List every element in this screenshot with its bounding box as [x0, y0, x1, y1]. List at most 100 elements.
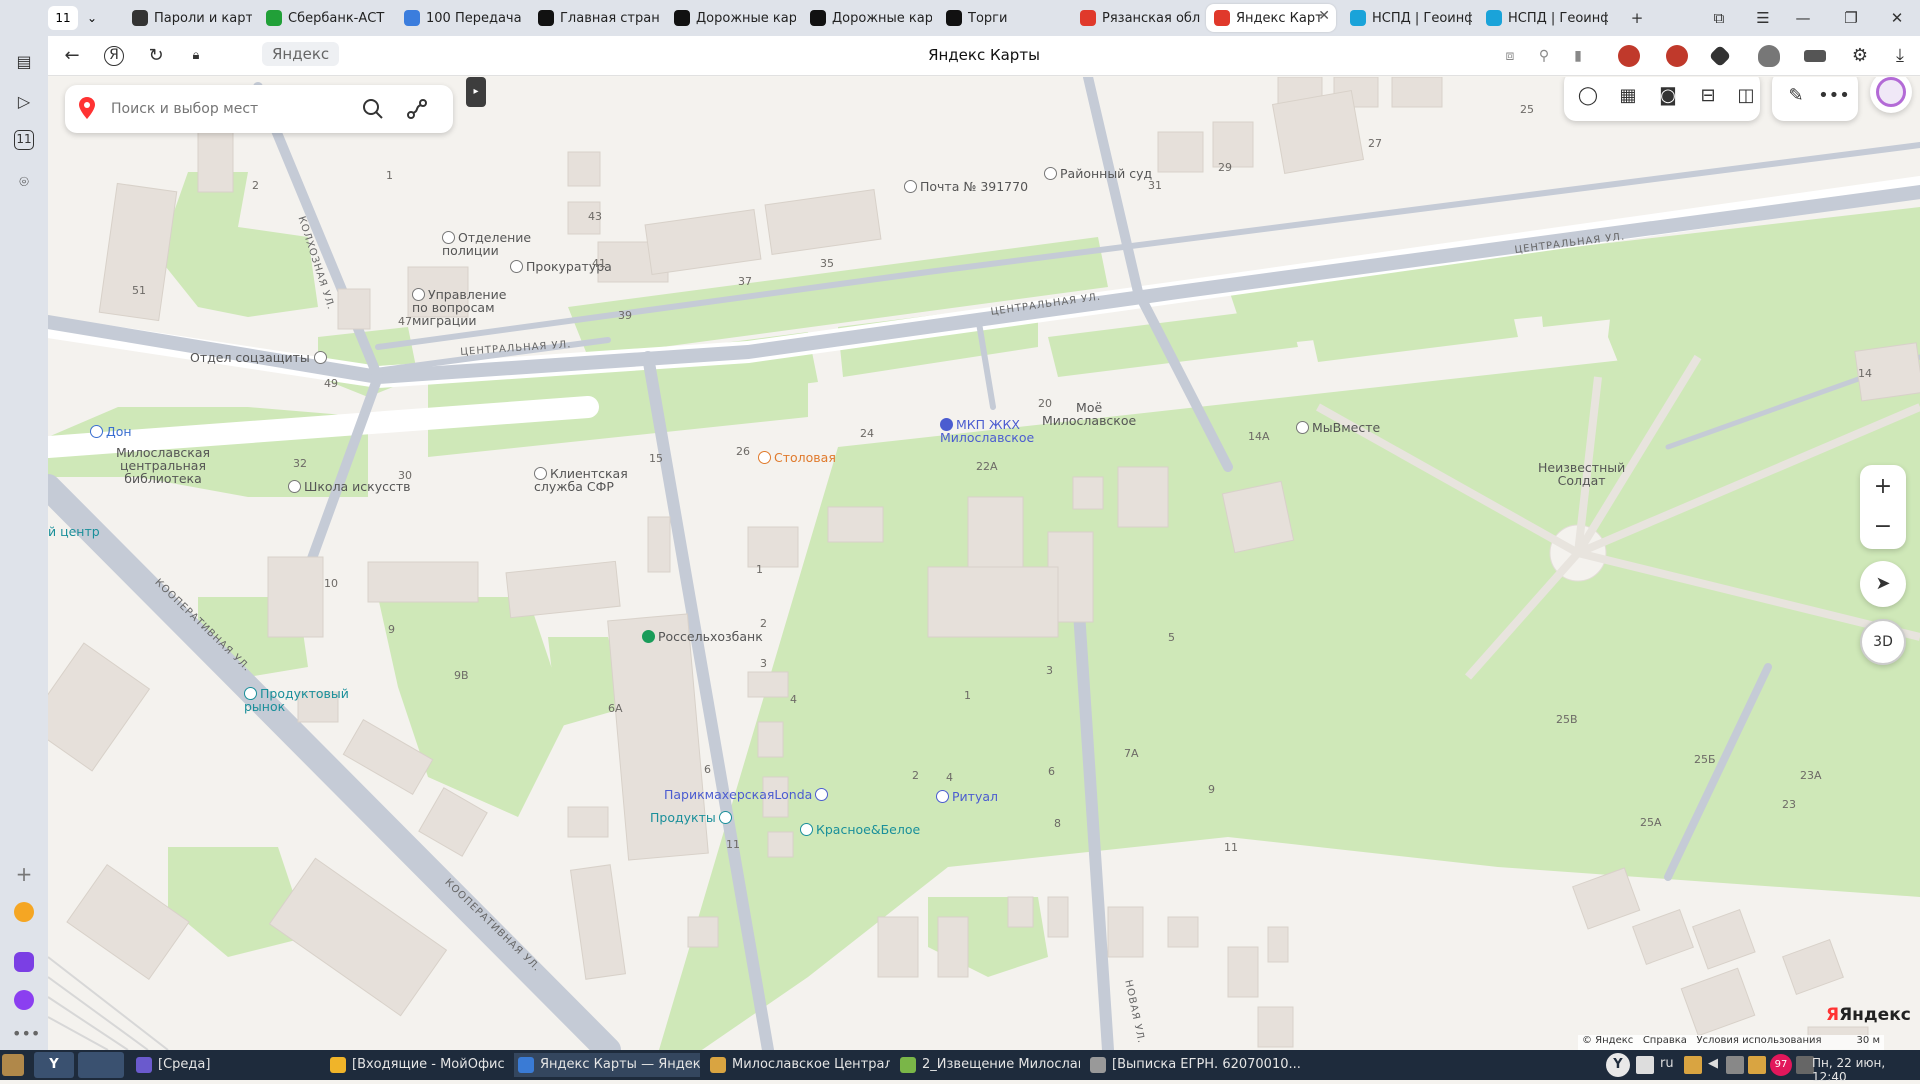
downloads-icon[interactable]: ⤓ [1888, 44, 1912, 68]
notification-badge[interactable]: 97 [1770, 1054, 1792, 1076]
tray-folder-icon[interactable] [1684, 1056, 1702, 1074]
poi-sfr[interactable]: Клиентская служба СФР [534, 467, 628, 493]
taskbar-item-4[interactable]: 2_Извещение Милослав... [896, 1053, 1080, 1077]
poi-moe[interactable]: Моё Милославское [1042, 401, 1136, 427]
extension-5-icon[interactable] [1804, 50, 1826, 62]
extension-2-icon[interactable] [1666, 45, 1688, 67]
transport-icon[interactable]: ⊟ [1688, 77, 1728, 116]
taskbar-item-3[interactable]: Милославское Централь... [706, 1053, 890, 1077]
yandex-browser-icon[interactable]: Y [34, 1052, 74, 1078]
collections-icon[interactable]: ▤ [12, 50, 36, 74]
tab-overview-icon[interactable]: ⧉ [1704, 6, 1734, 30]
tab-8[interactable]: Яндекс Карт ✕ [1206, 4, 1336, 32]
tab-10[interactable]: НСПД | Геоинф [1478, 4, 1608, 32]
tab-4[interactable]: Дорожные кар [666, 4, 796, 32]
zoom-out-button[interactable]: − [1863, 507, 1903, 547]
omnibox-domain[interactable]: Яндекс [262, 42, 340, 66]
poi-rosselkhoz[interactable]: Россельхозбанк [642, 630, 763, 643]
yandex-home-icon[interactable]: Я [104, 46, 124, 66]
lang-indicator[interactable]: ru [1660, 1056, 1674, 1071]
poi-art-school[interactable]: Школа искусств [288, 480, 411, 493]
map-type-icon[interactable]: ◯ [1568, 77, 1608, 116]
extension-3-icon[interactable] [1708, 44, 1732, 68]
calendar-icon[interactable]: 11 [14, 130, 34, 150]
search-icon[interactable] [361, 97, 385, 121]
extension-4-icon[interactable] [1758, 45, 1780, 67]
search-input[interactable] [109, 97, 349, 121]
close-tab-icon[interactable]: ✕ [1318, 8, 1330, 24]
lock-icon[interactable]: 🔒︎ [184, 44, 208, 68]
tab-6[interactable]: Торги [938, 4, 1066, 32]
new-tab-button[interactable]: + [1622, 6, 1652, 30]
zoom-in-button[interactable]: + [1863, 467, 1903, 507]
terms-link[interactable]: Условия использования [1696, 1035, 1821, 1046]
file-manager-icon[interactable] [2, 1054, 24, 1076]
messenger-icon[interactable] [12, 952, 36, 976]
route-icon[interactable] [405, 97, 429, 121]
taskbar-item-5[interactable]: [Выписка ЕГРН. 62070010... [1086, 1053, 1316, 1077]
poi-library[interactable]: Милославская центральная библиотека [116, 446, 210, 485]
poi-post[interactable]: Почта № 391770 [904, 180, 1028, 193]
tab-7[interactable]: Рязанская обл [1072, 4, 1200, 32]
poi-mkp[interactable]: МКП ЖКХ Милославское [940, 418, 1034, 444]
taskbar-item-0[interactable]: [Среда] [132, 1053, 318, 1077]
geolocate-button[interactable]: ➤ [1860, 561, 1906, 607]
poi-products[interactable]: Продукты [650, 811, 735, 824]
poi-my-vmeste[interactable]: МыВместе [1296, 421, 1380, 434]
tray-doc-icon[interactable] [1636, 1056, 1654, 1074]
reload-button[interactable]: ↻ [144, 44, 168, 68]
poi-canteen[interactable]: Столовая [758, 451, 836, 464]
panorama-icon[interactable]: ▦ [1608, 77, 1648, 116]
bookmark-icon[interactable]: ▮ [1566, 44, 1590, 68]
chevron-down-icon[interactable]: ⌄ [80, 6, 104, 30]
mail-icon[interactable] [12, 902, 36, 926]
tab-0[interactable]: Пароли и карт [124, 4, 252, 32]
side-panel-toggle[interactable]: ▸ [466, 77, 486, 107]
poi-barber[interactable]: ПарикмахерскаяLonda [664, 788, 831, 801]
poi-police[interactable]: Отделение полиции [442, 231, 531, 257]
extensions-icon[interactable]: ⚙ [1848, 44, 1872, 68]
tab-9[interactable]: НСПД | Геоинф [1342, 4, 1472, 32]
map-canvas[interactable]: ЦЕНТРАЛЬНАЯ УЛ. ЦЕНТРАЛЬНАЯ УЛ. ЦЕНТРАЛЬ… [48, 77, 1920, 1050]
layers-icon[interactable]: ◫ [1726, 77, 1766, 116]
minimize-button[interactable]: — [1788, 6, 1818, 30]
taskbar-item-2[interactable]: Яндекс Карты — Яндекс ... [514, 1053, 700, 1077]
tab-1[interactable]: Сбербанк-АСТ [258, 4, 390, 32]
restore-button[interactable]: ❐ [1836, 6, 1866, 30]
poi-social[interactable]: Отдел соцзащиты [190, 351, 330, 364]
video-icon[interactable]: ▷ [12, 90, 36, 114]
tray-network-icon[interactable] [1726, 1056, 1744, 1074]
add-panel-icon[interactable]: + [12, 862, 36, 886]
back-button[interactable]: ← [60, 44, 84, 68]
more-options-icon[interactable]: ••• [1814, 77, 1854, 116]
screenshot-icon[interactable]: ⌾ [12, 170, 36, 194]
yandex-tray-icon[interactable]: Y [1606, 1053, 1630, 1077]
alice-icon[interactable] [12, 990, 36, 1014]
location-icon[interactable]: ⚲ [1532, 44, 1556, 68]
ruler-icon[interactable]: ✎ [1776, 77, 1816, 116]
poi-migration[interactable]: Управление по вопросам миграции [412, 288, 506, 327]
volume-icon[interactable]: ◀ [1708, 1056, 1718, 1071]
desktop-button[interactable] [78, 1052, 124, 1078]
three-d-button[interactable]: 3D [1860, 619, 1906, 665]
photo-icon[interactable]: ◙ [1648, 77, 1688, 116]
poi-krasnoe-beloe[interactable]: Красное&Белое [800, 823, 920, 836]
poi-ritual[interactable]: Ритуал [936, 790, 998, 803]
tab-count-button[interactable]: 11 [48, 6, 78, 30]
more-icon[interactable]: ••• [12, 1022, 40, 1046]
poi-soldier[interactable]: Неизвестный Солдат [1538, 461, 1625, 487]
poi-court[interactable]: Районный суд [1044, 167, 1152, 180]
help-link[interactable]: Справка [1643, 1035, 1687, 1046]
poi-center[interactable]: й центр [48, 525, 100, 538]
menu-icon[interactable]: ☰ [1748, 6, 1778, 30]
extension-1-icon[interactable] [1618, 45, 1640, 67]
poi-don[interactable]: Дон [90, 425, 132, 438]
tab-2[interactable]: 100 Передача [396, 4, 524, 32]
poi-market[interactable]: Продуктовый рынок [244, 687, 349, 713]
tray-clipboard-icon[interactable] [1748, 1056, 1766, 1074]
tab-5[interactable]: Дорожные кар [802, 4, 932, 32]
translate-icon[interactable]: ⧈ [1498, 44, 1522, 68]
tab-3[interactable]: Главная стран [530, 4, 660, 32]
close-window-button[interactable]: ✕ [1882, 6, 1912, 30]
taskbar-item-1[interactable]: [Входящие - МойОфис П... [326, 1053, 508, 1077]
